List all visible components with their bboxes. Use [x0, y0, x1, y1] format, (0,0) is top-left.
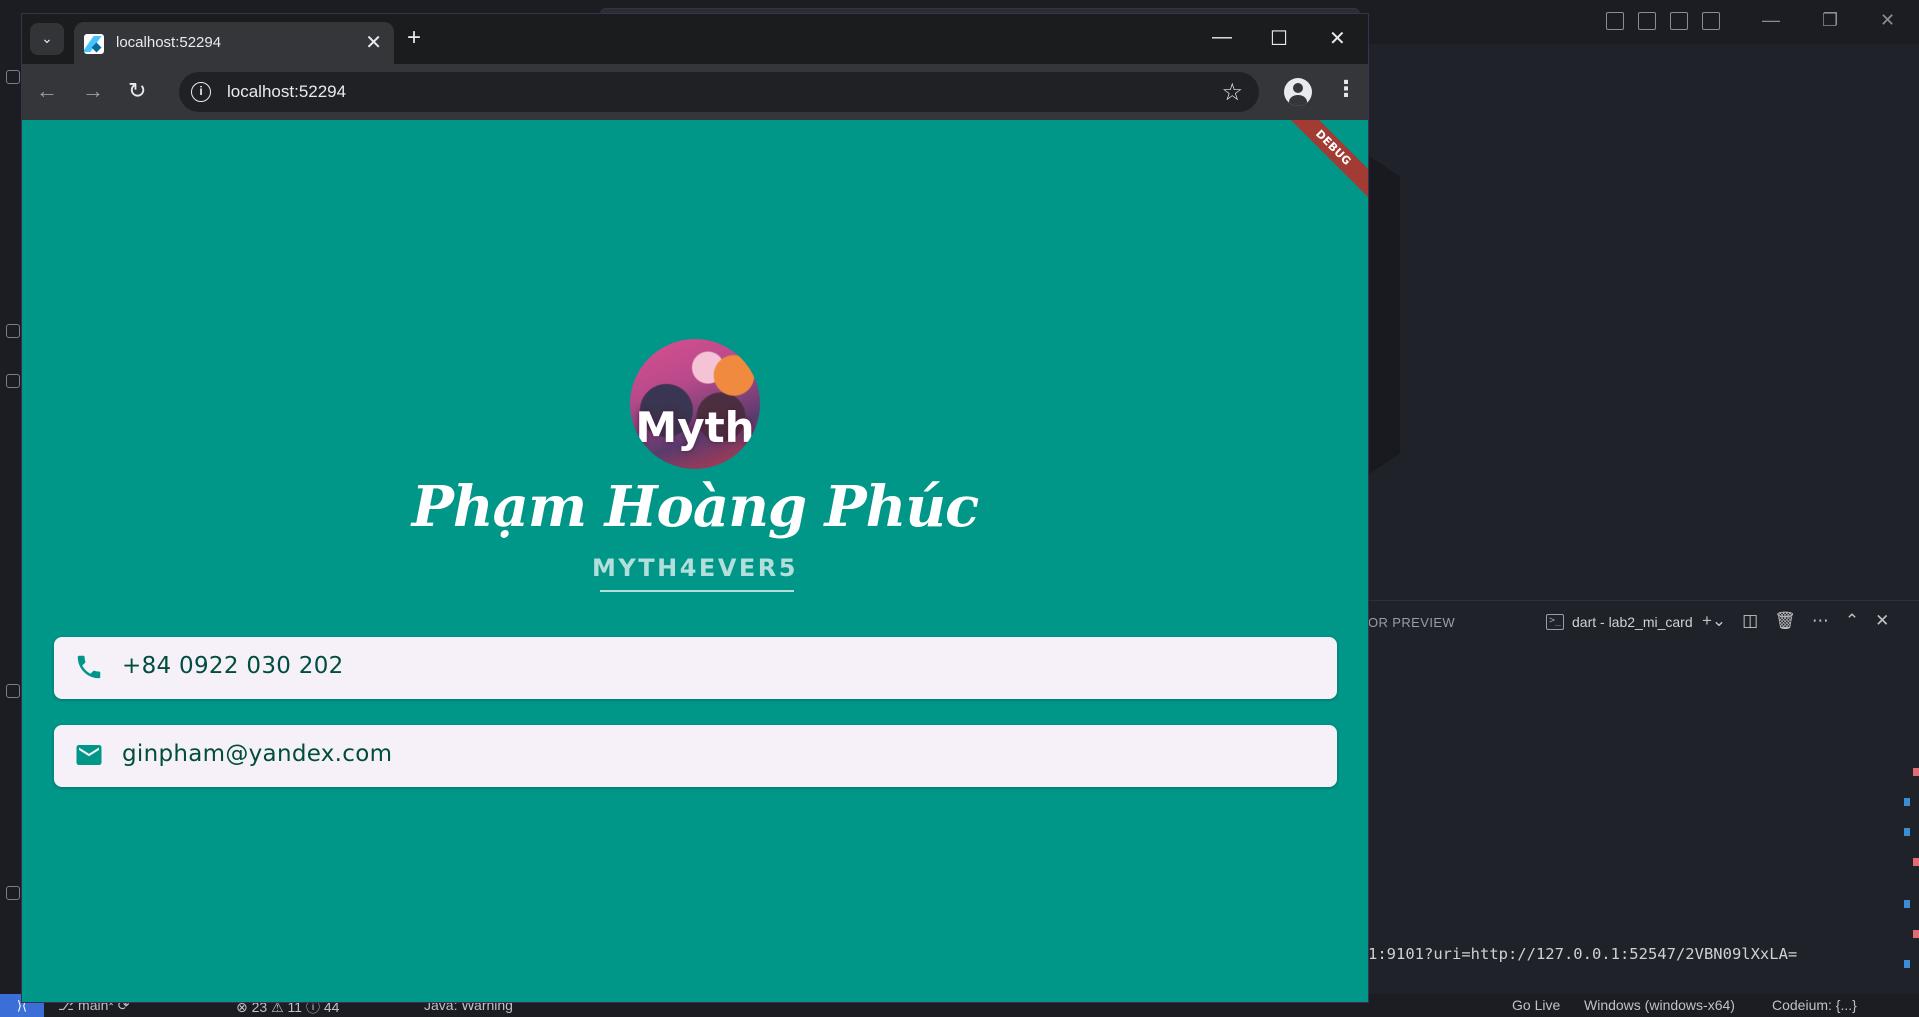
- accounts-icon[interactable]: [6, 886, 20, 900]
- ide-minimize-icon[interactable]: —: [1762, 10, 1780, 31]
- toggle-panel-icon[interactable]: [1670, 12, 1688, 30]
- ide-bottom-panel: OR PREVIEW >_ dart - lab2_mi_card +⌄ ◫ 🗑…: [1368, 600, 1919, 994]
- bookmark-star-icon[interactable]: ☆: [1221, 78, 1243, 107]
- new-tab-button[interactable]: +: [407, 24, 421, 52]
- ide-close-icon[interactable]: ✕: [1880, 10, 1895, 31]
- scrollbar-markers: [1902, 668, 1919, 988]
- terminal-icon: >_: [1546, 614, 1564, 630]
- close-panel-icon[interactable]: ✕: [1875, 611, 1889, 631]
- ide-layout-controls: [1606, 12, 1720, 30]
- terminal-name: dart - lab2_mi_card: [1572, 614, 1693, 630]
- split-terminal-icon[interactable]: ◫: [1742, 611, 1758, 631]
- terminal-output: 1:9101?uri=http://127.0.0.1:52547/2VBN09…: [1368, 945, 1798, 963]
- phone-number: +84 0922 030 202: [122, 653, 344, 679]
- person-name: Phạm Hoàng Phúc: [411, 474, 979, 540]
- back-icon[interactable]: ←: [36, 78, 58, 104]
- toggle-sidebar-icon[interactable]: [1638, 12, 1656, 30]
- browser-window: ⌄ localhost:52294 ✕ + — ☐ ✕ ← → ↻ i loca…: [21, 13, 1369, 1003]
- forward-icon[interactable]: →: [82, 78, 104, 104]
- profile-avatar-icon[interactable]: [1284, 78, 1312, 106]
- tab-search-button[interactable]: ⌄: [30, 23, 64, 55]
- info-marker: [1904, 798, 1910, 806]
- avatar-overlay-text: Myth: [635, 403, 755, 452]
- close-window-icon[interactable]: ✕: [1329, 26, 1346, 51]
- flutter-favicon-icon: [84, 34, 104, 54]
- email-card[interactable]: ginpham@yandex.com: [54, 725, 1337, 787]
- email-address: ginpham@yandex.com: [122, 741, 393, 767]
- terminal-selector[interactable]: >_ dart - lab2_mi_card: [1546, 614, 1693, 630]
- explorer-icon[interactable]: [6, 70, 20, 84]
- profile-avatar: Myth: [630, 339, 760, 469]
- extensions-icon[interactable]: [6, 324, 20, 338]
- source-control-icon[interactable]: [6, 374, 20, 388]
- reload-icon[interactable]: ↻: [128, 78, 146, 104]
- site-info-icon[interactable]: i: [191, 82, 211, 102]
- browser-tab[interactable]: localhost:52294 ✕: [74, 22, 394, 64]
- error-marker: [1913, 930, 1919, 938]
- remote-explorer-icon[interactable]: [6, 684, 20, 698]
- ide-editor-area: [1368, 44, 1919, 600]
- person-handle: MYTH4EVER5: [592, 554, 798, 582]
- panel-actions: +⌄ ◫ 🗑 ⋯ ⌃ ✕: [1702, 611, 1889, 631]
- tab-title: localhost:52294: [116, 34, 222, 51]
- panel-tab-preview[interactable]: OR PREVIEW: [1368, 615, 1455, 630]
- tab-strip: ⌄ localhost:52294 ✕ + — ☐ ✕: [22, 14, 1368, 64]
- maximize-panel-icon[interactable]: ⌃: [1845, 611, 1859, 631]
- status-platform[interactable]: Windows (windows-x64): [1584, 997, 1735, 1013]
- info-marker: [1904, 960, 1910, 968]
- maximize-icon[interactable]: ☐: [1270, 26, 1288, 51]
- error-marker: [1913, 858, 1919, 866]
- phone-icon: [77, 655, 101, 679]
- error-marker: [1913, 768, 1919, 776]
- debug-banner: DEBUG: [1272, 120, 1368, 209]
- new-terminal-icon[interactable]: +⌄: [1702, 611, 1726, 631]
- ide-restore-icon[interactable]: ❐: [1822, 10, 1838, 31]
- status-codeium[interactable]: Codeium: {...}: [1772, 997, 1857, 1013]
- address-bar[interactable]: i localhost:52294 ☆: [179, 72, 1259, 112]
- info-marker: [1904, 828, 1910, 836]
- phone-card[interactable]: +84 0922 030 202: [54, 637, 1337, 699]
- kill-terminal-icon[interactable]: 🗑: [1774, 611, 1796, 631]
- browser-menu-icon[interactable]: ⋮: [1335, 76, 1357, 102]
- toggle-secondary-sidebar-icon[interactable]: [1702, 12, 1720, 30]
- status-go-live[interactable]: Go Live: [1512, 997, 1560, 1013]
- divider: [600, 590, 794, 592]
- browser-toolbar: ← → ↻ i localhost:52294 ☆ ⋮: [22, 64, 1368, 120]
- customize-layout-icon[interactable]: [1606, 12, 1624, 30]
- more-actions-icon[interactable]: ⋯: [1812, 611, 1829, 631]
- email-icon: [76, 745, 102, 765]
- info-marker: [1904, 900, 1910, 908]
- tab-close-icon[interactable]: ✕: [365, 30, 382, 55]
- minimize-icon[interactable]: —: [1212, 26, 1232, 49]
- url-text[interactable]: localhost:52294: [227, 82, 346, 102]
- app-viewport: DEBUG Myth Phạm Hoàng Phúc MYTH4EVER5 +8…: [22, 120, 1368, 1002]
